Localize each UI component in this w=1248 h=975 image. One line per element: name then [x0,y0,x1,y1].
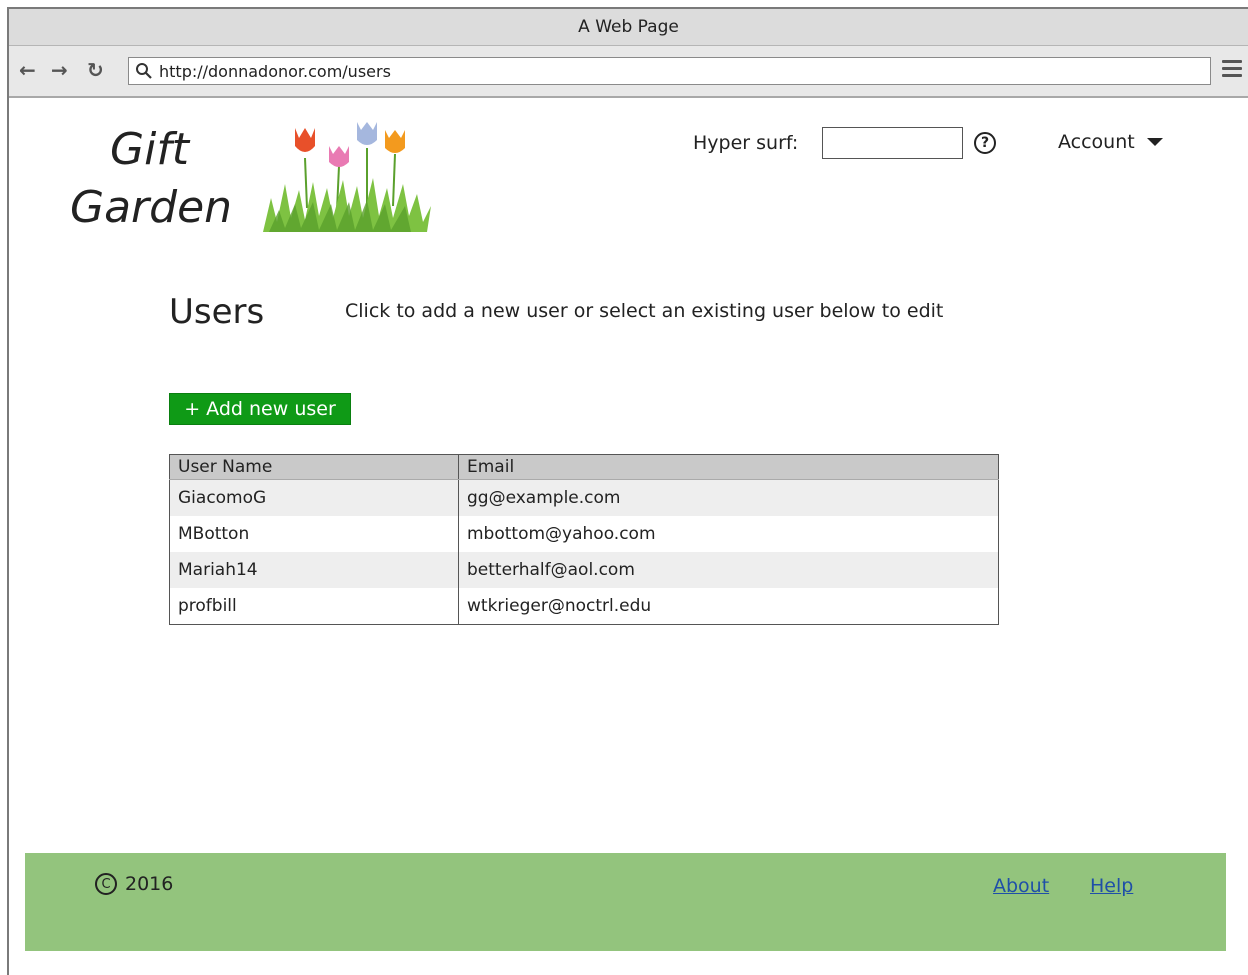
table-header-row: User Name Email [169,454,999,480]
email-cell: mbottom@yahoo.com [458,516,999,552]
help-icon[interactable]: ? [974,132,996,154]
page-title: Users [169,292,265,332]
email-cell: gg@example.com [458,479,999,516]
users-table: User Name Email GiacomoG gg@example.com … [169,454,999,625]
page-instructions: Click to add a new user or select an exi… [345,300,944,322]
hyper-surf-input[interactable] [822,127,963,159]
user-name-cell: MBotton [169,516,459,552]
forward-arrow-icon[interactable]: → [51,59,68,81]
logo-text-line2: Garden [70,182,233,233]
footer: C 2016 About Help [25,853,1226,951]
url-text: http://donnadonor.com/users [159,61,391,81]
help-link[interactable]: Help [1090,875,1133,897]
table-row[interactable]: profbill wtkrieger@noctrl.edu [169,588,999,625]
column-header-user-name: User Name [169,454,459,480]
email-cell: betterhalf@aol.com [458,552,999,588]
window-title: A Web Page [578,17,679,37]
copyright-icon: C [95,873,117,895]
account-menu[interactable]: Account [1058,131,1163,153]
logo-text-line1: Gift [110,124,190,175]
window-titlebar: A Web Page [9,9,1248,46]
about-link[interactable]: About [993,875,1049,897]
hamburger-menu-icon[interactable] [1222,60,1242,78]
account-label: Account [1058,131,1135,153]
back-arrow-icon[interactable]: ← [19,59,36,81]
browser-toolbar: ← → ↻ http://donnadonor.com/users [9,46,1248,98]
hyper-surf-label: Hyper surf: [693,132,799,154]
user-name-cell: GiacomoG [169,479,459,516]
copyright-year: 2016 [125,873,174,895]
user-name-cell: profbill [169,588,459,625]
copyright: C 2016 [95,873,173,895]
address-bar[interactable]: http://donnadonor.com/users [128,57,1211,85]
email-cell: wtkrieger@noctrl.edu [458,588,999,625]
magnifier-icon [136,63,152,79]
tulips-logo-image [263,122,431,232]
reload-icon[interactable]: ↻ [87,59,104,81]
user-name-cell: Mariah14 [169,552,459,588]
chevron-down-icon [1146,138,1163,146]
table-row[interactable]: MBotton mbottom@yahoo.com [169,516,999,552]
table-row[interactable]: Mariah14 betterhalf@aol.com [169,552,999,588]
table-row[interactable]: GiacomoG gg@example.com [169,479,999,516]
column-header-email: Email [458,454,999,480]
add-new-user-button[interactable]: + Add new user [169,393,351,425]
